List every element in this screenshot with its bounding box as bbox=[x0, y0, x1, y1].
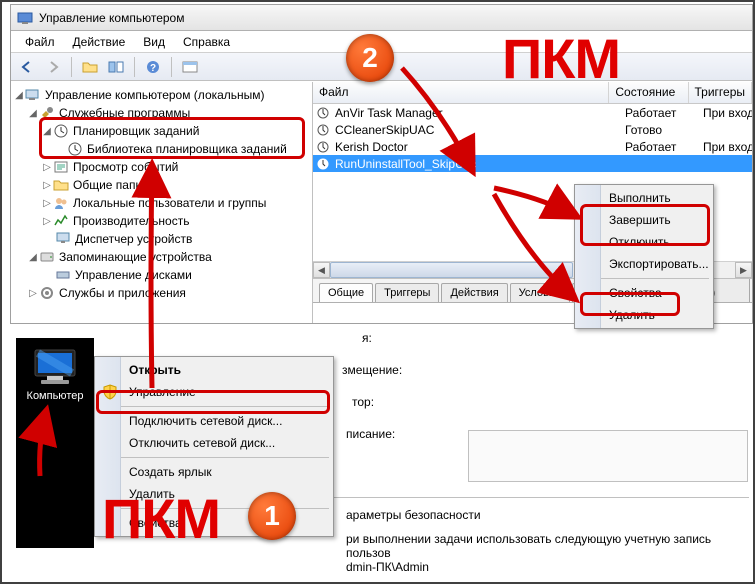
menu-manage[interactable]: Управление bbox=[97, 381, 331, 403]
desktop-computer-icon[interactable]: Компьютер bbox=[20, 348, 90, 402]
tree-scheduler[interactable]: ◢ Планировщик заданий bbox=[11, 122, 312, 140]
action-button[interactable] bbox=[178, 55, 202, 79]
task-icon bbox=[315, 139, 331, 155]
menu-map-drive[interactable]: Подключить сетевой диск... bbox=[97, 410, 331, 432]
scroll-thumb[interactable] bbox=[330, 262, 573, 278]
computer-icon bbox=[31, 348, 79, 388]
window-title: Управление компьютером bbox=[39, 11, 184, 25]
folder-button[interactable] bbox=[78, 55, 102, 79]
tab-triggers[interactable]: Триггеры bbox=[375, 283, 439, 302]
expand-icon[interactable]: ▷ bbox=[41, 216, 53, 227]
app-icon bbox=[17, 10, 33, 26]
menu-export[interactable]: Экспортировать... bbox=[577, 253, 711, 275]
security-text: ри выполнении задачи использовать следую… bbox=[346, 532, 737, 560]
menu-disable[interactable]: Отключить bbox=[577, 231, 711, 253]
annotation-marker-1: 1 bbox=[248, 492, 296, 540]
expand-icon[interactable]: ▷ bbox=[41, 180, 53, 191]
help-button[interactable]: ? bbox=[141, 55, 165, 79]
tree-users-groups[interactable]: ▷ Локальные пользователи и группы bbox=[11, 194, 312, 212]
separator bbox=[171, 57, 172, 77]
col-triggers[interactable]: Триггеры bbox=[689, 82, 753, 103]
menu-action[interactable]: Действие bbox=[65, 33, 134, 51]
menu-file[interactable]: Файл bbox=[17, 33, 63, 51]
tab-actions[interactable]: Действия bbox=[441, 283, 507, 302]
tree-shared-folders[interactable]: ▷ Общие папки bbox=[11, 176, 312, 194]
back-button[interactable] bbox=[15, 55, 39, 79]
description-box bbox=[468, 430, 748, 482]
clock-icon bbox=[53, 123, 69, 139]
tools-icon bbox=[39, 105, 55, 121]
tree-root[interactable]: ◢ Управление компьютером (локальным) bbox=[11, 86, 312, 104]
list-item[interactable]: Kerish Doctor Работает При входе любо bbox=[313, 138, 752, 155]
expand-icon[interactable]: ◢ bbox=[13, 90, 25, 101]
svg-text:?: ? bbox=[150, 63, 156, 74]
menu-delete[interactable]: Удалить bbox=[577, 304, 711, 326]
tree-device-manager[interactable]: Диспетчер устройств bbox=[11, 230, 312, 248]
users-icon bbox=[53, 195, 69, 211]
security-heading: араметры безопасности bbox=[346, 508, 737, 522]
computer-label: Компьютер bbox=[20, 390, 90, 402]
annotation-text-pkm-top: ПКМ bbox=[502, 26, 620, 91]
task-details: я:RunUninstallTool_SkipUac змещение:\ то… bbox=[342, 328, 749, 444]
tree-scheduler-library[interactable]: Библиотека планировщика заданий bbox=[11, 140, 312, 158]
list-item[interactable]: CCleanerSkipUAC Готово bbox=[313, 121, 752, 138]
menu-separator bbox=[99, 406, 329, 407]
security-section: араметры безопасности ри выполнении зада… bbox=[334, 497, 749, 578]
menu-run[interactable]: Выполнить bbox=[577, 187, 711, 209]
device-icon bbox=[55, 231, 71, 247]
disk-icon bbox=[55, 267, 71, 283]
annotation-text-pkm-bottom: ПКМ bbox=[102, 486, 220, 551]
tree-pane[interactable]: ◢ Управление компьютером (локальным) ◢ С… bbox=[11, 82, 313, 323]
task-icon bbox=[315, 105, 331, 121]
folder-shared-icon bbox=[53, 177, 69, 193]
separator bbox=[71, 57, 72, 77]
tree-services-apps[interactable]: ▷ Службы и приложения bbox=[11, 284, 312, 302]
expand-icon[interactable]: ▷ bbox=[41, 198, 53, 209]
expand-icon[interactable]: ◢ bbox=[27, 252, 39, 263]
services-icon bbox=[39, 285, 55, 301]
storage-icon bbox=[39, 249, 55, 265]
expand-icon[interactable]: ◢ bbox=[27, 108, 39, 119]
forward-button[interactable] bbox=[41, 55, 65, 79]
titlebar[interactable]: Управление компьютером bbox=[11, 5, 752, 31]
menu-create-shortcut[interactable]: Создать ярлык bbox=[97, 461, 331, 483]
expand-icon[interactable]: ◢ bbox=[41, 126, 53, 137]
menu-view[interactable]: Вид bbox=[135, 33, 173, 51]
menu-separator bbox=[99, 457, 329, 458]
computer-mgmt-icon bbox=[25, 87, 41, 103]
list-item[interactable]: AnVir Task Manager Работает При входе лю… bbox=[313, 104, 752, 121]
separator bbox=[134, 57, 135, 77]
expand-icon[interactable]: ▷ bbox=[27, 288, 39, 299]
tab-conditions[interactable]: Условия bbox=[510, 283, 570, 302]
col-state[interactable]: Состояние bbox=[609, 82, 688, 103]
menu-properties[interactable]: Свойства bbox=[577, 282, 711, 304]
tree-performance[interactable]: ▷ Производительность bbox=[11, 212, 312, 230]
menu-unmap-drive[interactable]: Отключить сетевой диск... bbox=[97, 432, 331, 454]
menu-help[interactable]: Справка bbox=[175, 33, 238, 51]
tree-storage[interactable]: ◢ Запоминающие устройства bbox=[11, 248, 312, 266]
tree-event-viewer[interactable]: ▷ Просмотр событий bbox=[11, 158, 312, 176]
scroll-right-button[interactable]: ▶ bbox=[735, 262, 752, 278]
library-icon bbox=[67, 141, 83, 157]
shield-icon bbox=[102, 384, 118, 400]
event-icon bbox=[53, 159, 69, 175]
annotation-marker-2: 2 bbox=[346, 34, 394, 82]
show-hide-button[interactable] bbox=[104, 55, 128, 79]
tab-general[interactable]: Общие bbox=[319, 283, 373, 302]
task-icon bbox=[315, 122, 331, 138]
security-account: dmin-ПК\Admin bbox=[346, 560, 737, 574]
tree-disk-mgmt[interactable]: Управление дисками bbox=[11, 266, 312, 284]
menu-end[interactable]: Завершить bbox=[577, 209, 711, 231]
list-item-selected[interactable]: RunUninstallTool_SkipUac bbox=[313, 155, 752, 172]
task-context-menu: Выполнить Завершить Отключить Экспортиро… bbox=[574, 184, 714, 329]
expand-icon[interactable]: ▷ bbox=[41, 162, 53, 173]
tree-system-tools[interactable]: ◢ Служебные программы bbox=[11, 104, 312, 122]
menu-open[interactable]: Открыть bbox=[97, 359, 331, 381]
task-icon bbox=[315, 156, 331, 172]
perf-icon bbox=[53, 213, 69, 229]
scroll-left-button[interactable]: ◀ bbox=[313, 262, 330, 278]
